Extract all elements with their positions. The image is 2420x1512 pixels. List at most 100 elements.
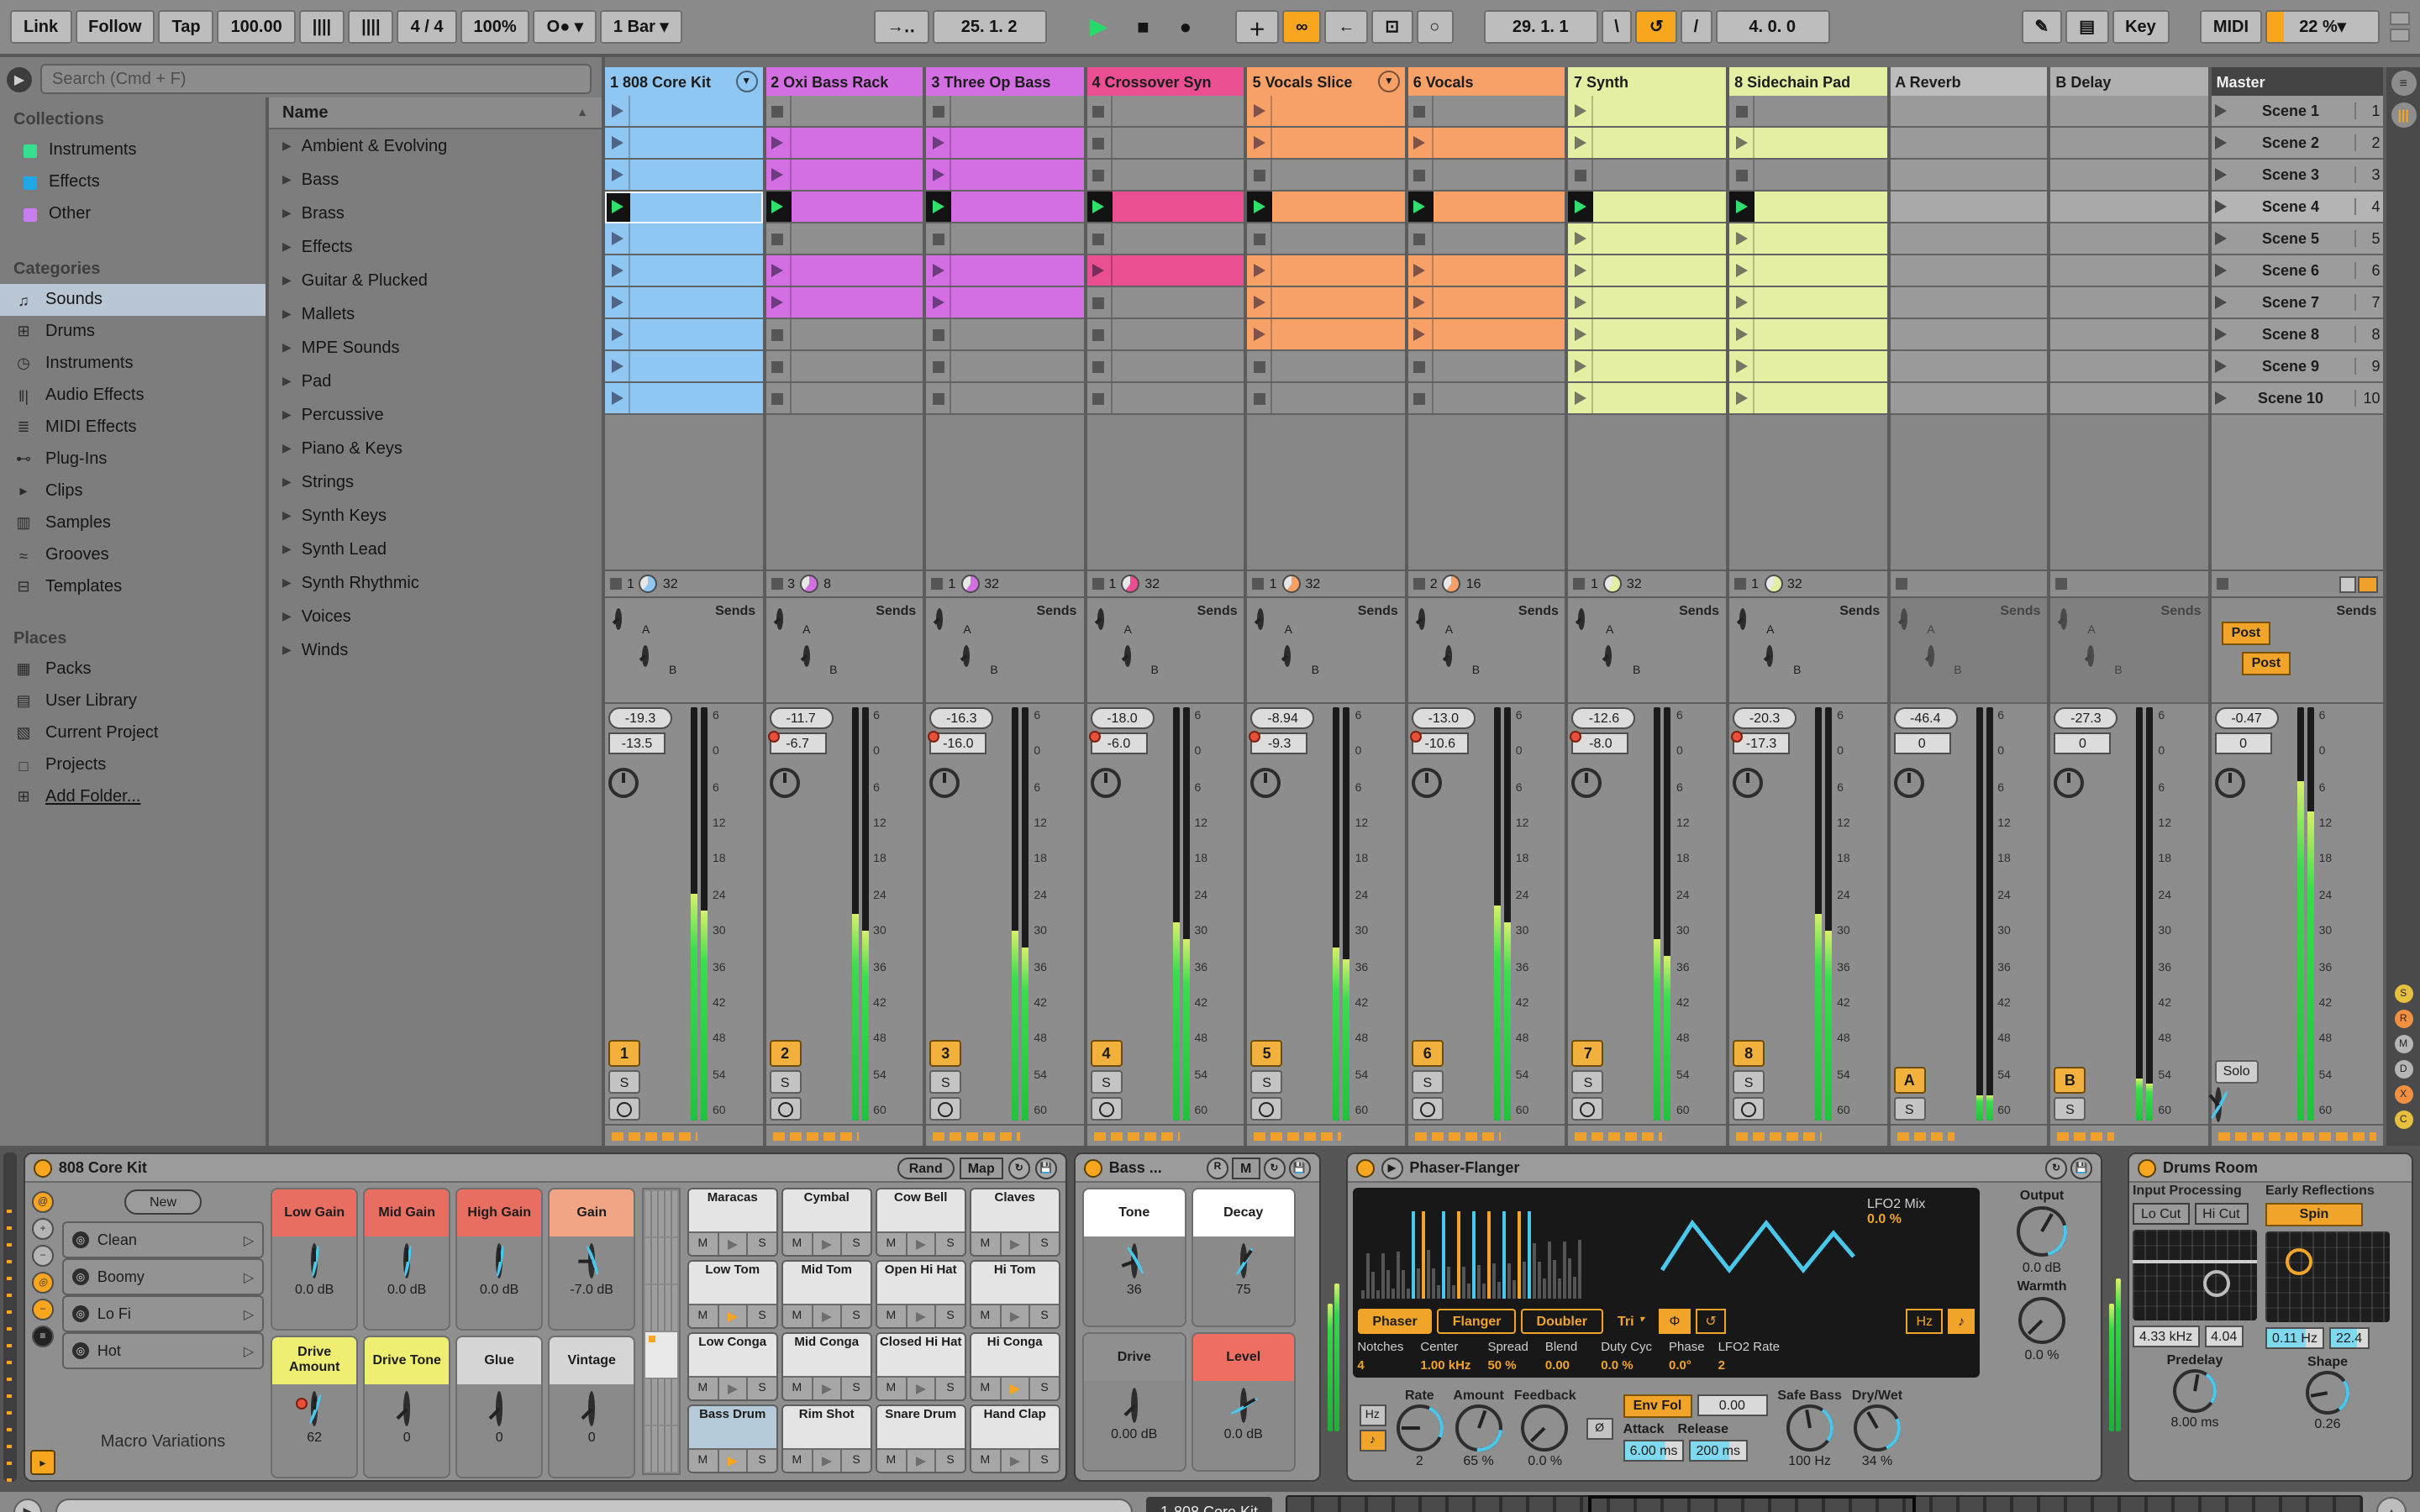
send-a-knob[interactable] <box>934 608 944 630</box>
clip-slot[interactable] <box>605 128 763 160</box>
category-midi-effects[interactable]: ≣ MIDI Effects <box>0 412 266 444</box>
clip-stop-button[interactable] <box>926 319 952 349</box>
clip-launch-button[interactable] <box>1729 287 1755 318</box>
clip-launch-button[interactable] <box>1407 192 1434 222</box>
lfo2-hz-button[interactable]: Hz <box>1906 1309 1943 1334</box>
category-clips[interactable]: ▸ Clips <box>0 475 266 507</box>
clip-slot[interactable] <box>1729 319 1887 351</box>
macro-control-low-gain[interactable]: Low Gain 0.0 dB <box>271 1188 359 1331</box>
clip-slot[interactable] <box>1568 96 1727 128</box>
clip-slot[interactable] <box>765 287 923 319</box>
status-input[interactable] <box>55 1498 1134 1512</box>
launch-variation-button[interactable]: ▷ <box>244 1343 254 1358</box>
clip-slot[interactable] <box>605 383 763 415</box>
shape-control[interactable]: Shape 0.26 <box>2265 1354 2390 1431</box>
param-center[interactable]: Center 1.00 kHz <box>1420 1339 1470 1373</box>
clip-launch-button[interactable] <box>1729 383 1755 413</box>
pad-play-button[interactable] <box>907 1233 937 1255</box>
clip-launch-button[interactable] <box>605 192 630 222</box>
param-notches[interactable]: Notches 4 <box>1357 1339 1403 1373</box>
expand-triangle-icon[interactable]: ▶ <box>282 274 292 287</box>
peak-level-field[interactable]: -11.7 <box>769 707 834 729</box>
browser-folder-row[interactable]: ▶ Ambient & Evolving <box>269 129 602 163</box>
browser-folder-row[interactable]: ▶ Piano & Keys <box>269 432 602 465</box>
category-sounds[interactable]: ♫ Sounds <box>0 284 266 316</box>
macro-variation-row[interactable]: ◎ Lo Fi ▷ <box>61 1295 265 1332</box>
clip-launch-button[interactable] <box>1407 319 1434 349</box>
lfo-wave-select[interactable]: Tri ▾ <box>1607 1309 1655 1334</box>
send-a-knob[interactable] <box>772 608 783 630</box>
camera-icon[interactable]: ◎ <box>31 1272 54 1294</box>
empty-clip-slot[interactable] <box>765 351 923 383</box>
track-stop-button[interactable] <box>771 578 783 590</box>
back-to-arrangement-button[interactable]: ← <box>1324 10 1369 44</box>
clip-launch-button[interactable] <box>1407 287 1434 318</box>
track-header[interactable]: 6 Vocals <box>1407 67 1565 96</box>
empty-clip-slot[interactable] <box>1086 351 1244 383</box>
rate-control[interactable]: Rate 2 <box>1389 1388 1450 1468</box>
show-c-section-button[interactable]: C <box>2394 1110 2413 1129</box>
send-a-knob[interactable] <box>1897 608 1907 630</box>
pad-mute-button[interactable]: M <box>971 1305 1002 1327</box>
param-phase[interactable]: Phase 0.0° <box>1669 1339 1705 1373</box>
time-signature-field[interactable]: 4 / 4 <box>397 10 457 44</box>
clip-slot[interactable] <box>605 319 763 351</box>
expand-triangle-icon[interactable]: ▶ <box>282 139 292 153</box>
device-on-button[interactable] <box>33 1158 52 1177</box>
clip-stop-button[interactable] <box>765 96 792 126</box>
track-activator[interactable]: 8 <box>1733 1040 1765 1067</box>
midi-map-button[interactable]: MIDI <box>2199 10 2263 44</box>
punch-in-button[interactable]: \ <box>1601 10 1633 44</box>
feedback-invert-button[interactable]: Ø <box>1586 1417 1613 1439</box>
clip-stop-button[interactable] <box>1247 223 1273 254</box>
clip-slot[interactable] <box>1407 319 1565 351</box>
clip-launch-button[interactable] <box>926 160 952 190</box>
track-activator[interactable]: 7 <box>1571 1040 1604 1067</box>
warmth-value[interactable]: 0.0 % <box>2025 1347 2060 1362</box>
macro-control-gain[interactable]: Gain -7.0 dB <box>548 1188 636 1331</box>
empty-clip-slot[interactable] <box>1086 128 1244 160</box>
pad-mute-button[interactable]: M <box>688 1305 719 1327</box>
clip-launch-button[interactable] <box>1247 287 1273 318</box>
clip-launch-button[interactable] <box>1247 192 1273 222</box>
clip-stop-button[interactable] <box>926 223 952 254</box>
arm-button[interactable] <box>1090 1097 1123 1121</box>
pad-mute-button[interactable]: M <box>876 1450 908 1472</box>
scene-launch-button[interactable] <box>2214 360 2227 373</box>
scene-slot[interactable]: Scene 5 5 <box>2211 223 2384 255</box>
safe-bass-control[interactable]: Safe Bass 100 Hz <box>1777 1388 1842 1468</box>
track-header[interactable]: 4 Crossover Syn <box>1086 67 1244 96</box>
save-preset-icon[interactable]: 💾 <box>1288 1157 1311 1179</box>
clip-launch-button[interactable] <box>605 319 630 349</box>
show-hide-device-view-button[interactable]: ▲ <box>2376 1497 2407 1512</box>
scene-slot[interactable]: Scene 2 2 <box>2211 128 2384 160</box>
arm-button[interactable] <box>608 1097 640 1121</box>
track-stop-button[interactable] <box>1895 578 1907 590</box>
pad-solo-button[interactable]: S <box>1030 1378 1059 1399</box>
clip-launch-button[interactable] <box>1568 96 1594 126</box>
browser-list-header[interactable]: Name ▲ <box>269 97 602 129</box>
device-on-button[interactable] <box>1355 1158 1375 1177</box>
clip-launch-button[interactable] <box>1729 255 1755 286</box>
track-stop-button[interactable] <box>1092 578 1104 590</box>
browser-folder-row[interactable]: ▶ Effects <box>269 230 602 264</box>
drum-pad-hi-tom[interactable]: Hi Tom M S <box>969 1260 1060 1329</box>
loop-start-field[interactable]: 29. 1. 1 <box>1483 10 1598 44</box>
clip-slot[interactable] <box>1568 128 1727 160</box>
clip-slot[interactable] <box>926 128 1084 160</box>
clip-slot[interactable] <box>1568 287 1727 319</box>
clip-slot[interactable] <box>1407 255 1565 287</box>
empty-clip-slot[interactable] <box>1086 96 1244 128</box>
empty-clip-slot[interactable] <box>1247 351 1405 383</box>
track-header[interactable]: 7 Synth <box>1568 67 1727 96</box>
clip-launch-button[interactable] <box>1568 383 1594 413</box>
map-button[interactable]: Map <box>959 1157 1003 1179</box>
pad-mute-button[interactable]: M <box>876 1305 908 1327</box>
scene-launch-button[interactable] <box>2214 391 2227 405</box>
clip-slot[interactable] <box>1568 319 1727 351</box>
hot-swap-icon[interactable]: ↻ <box>1263 1157 1286 1179</box>
pad-mute-button[interactable]: M <box>688 1233 719 1255</box>
punch-out-button[interactable]: / <box>1680 10 1712 44</box>
clip-stop-button[interactable] <box>1407 96 1434 126</box>
scene-slot[interactable]: Scene 9 9 <box>2211 351 2384 383</box>
